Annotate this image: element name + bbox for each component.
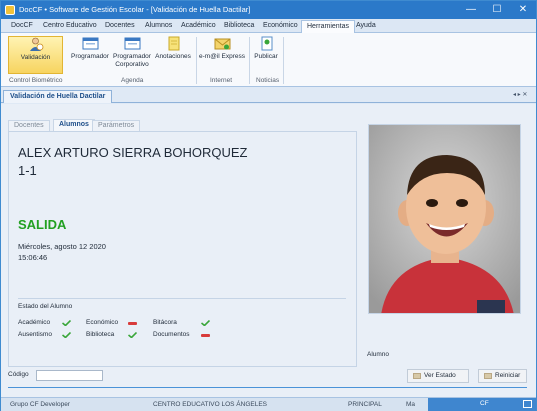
calendar-window-icon bbox=[124, 37, 140, 50]
ver-estado-button[interactable]: Ver Estado bbox=[407, 369, 469, 383]
student-photo bbox=[368, 124, 521, 314]
subtab-docentes[interactable]: Docentes bbox=[8, 120, 50, 131]
status-centro: CENTRO EDUCATIVO LOS ÁNGELES bbox=[153, 401, 268, 408]
calendar-window-icon bbox=[82, 37, 98, 50]
programador-corporativo-button[interactable]: Programador Corporativo bbox=[112, 36, 152, 74]
notes-icon bbox=[168, 36, 179, 51]
codigo-label: Código bbox=[8, 371, 29, 378]
menu-tab-alumnos[interactable]: Alumnos bbox=[140, 20, 177, 33]
document-tab-strip: Validación de Huella Dactilar ◂ ▸ ✕ bbox=[1, 88, 536, 103]
status-label-bitacora: Bitácora bbox=[153, 319, 177, 326]
menu-tab-centro-educativo[interactable]: Centro Educativo bbox=[38, 20, 102, 33]
email-express-label: e-m@il Express bbox=[199, 53, 245, 60]
ver-estado-icon bbox=[413, 373, 421, 379]
programador-button[interactable]: Programador bbox=[70, 36, 110, 74]
footer-divider bbox=[8, 387, 527, 388]
attendance-status: SALIDA bbox=[18, 217, 67, 232]
email-icon bbox=[214, 38, 230, 50]
reiniciar-label: Reiniciar bbox=[495, 372, 521, 379]
divider bbox=[18, 298, 346, 299]
publicar-button[interactable]: Publicar bbox=[252, 36, 280, 74]
ver-estado-label: Ver Estado bbox=[424, 372, 456, 379]
app-window: DocCF • Software de Gestión Escolar - [V… bbox=[0, 0, 537, 411]
validation-time: 15:06:46 bbox=[18, 253, 48, 262]
reiniciar-icon bbox=[484, 373, 492, 379]
status-label-ausentismo: Ausentismo bbox=[18, 331, 52, 338]
photo-label: Alumno bbox=[367, 351, 390, 358]
reiniciar-button[interactable]: Reiniciar bbox=[478, 369, 527, 383]
anotaciones-label: Anotaciones bbox=[155, 53, 191, 60]
group-label-internet: Internet bbox=[210, 77, 233, 84]
fingerprint-user-icon bbox=[30, 37, 44, 51]
fail-dash-icon bbox=[128, 322, 137, 325]
publish-icon bbox=[261, 36, 272, 51]
menu-tab-economico[interactable]: Económico bbox=[258, 20, 303, 33]
group-label-agenda: Agenda bbox=[121, 77, 144, 84]
programador-corporativo-label-1: Programador bbox=[113, 53, 151, 60]
ribbon: Validación Programador Programador Corpo… bbox=[1, 33, 536, 87]
estado-alumno-title: Estado del Alumno bbox=[18, 303, 73, 310]
menu-tab-herramientas[interactable]: Herramientas bbox=[301, 20, 356, 33]
status-label-biblioteca: Biblioteca bbox=[86, 331, 115, 338]
status-label-economico: Económico bbox=[86, 319, 119, 326]
menu-tab-doccf[interactable]: DocCF bbox=[6, 20, 38, 33]
menu-tab-ayuda[interactable]: Ayuda bbox=[351, 20, 381, 33]
status-label-documentos: Documentos bbox=[153, 331, 190, 338]
menu-bar: DocCF Centro Educativo Docentes Alumnos … bbox=[1, 19, 536, 33]
main-content: Docentes Alumnos Parámetros ALEX ARTURO … bbox=[1, 104, 536, 398]
close-button[interactable]: ✕ bbox=[510, 1, 536, 19]
email-express-button[interactable]: e-m@il Express bbox=[198, 36, 246, 74]
group-label-control-biometrico: Control Biométrico bbox=[9, 77, 63, 84]
status-cf-label: CF bbox=[480, 400, 489, 407]
status-jornada: Ma bbox=[406, 401, 416, 408]
app-logo-icon bbox=[5, 5, 15, 15]
student-portrait-image bbox=[369, 125, 520, 313]
student-name: ALEX ARTURO SIERRA BOHORQUEZ bbox=[18, 145, 248, 160]
check-icon bbox=[128, 332, 137, 338]
subtab-parametros[interactable]: Parámetros bbox=[92, 120, 141, 131]
validacion-label: Validación bbox=[20, 54, 51, 61]
document-tab-validacion[interactable]: Validación de Huella Dactilar bbox=[3, 90, 113, 103]
validation-date: Miércoles, agosto 12 2020 bbox=[18, 242, 106, 251]
check-icon bbox=[62, 332, 71, 338]
validacion-button[interactable]: Validación bbox=[8, 36, 63, 74]
calendar-icon[interactable] bbox=[523, 400, 532, 408]
minimize-button[interactable]: — bbox=[458, 1, 484, 19]
tab-navigation-controls[interactable]: ◂ ▸ ✕ bbox=[513, 91, 527, 98]
group-label-noticias: Noticias bbox=[256, 77, 280, 84]
menu-tab-academico[interactable]: Académico bbox=[176, 20, 221, 33]
ribbon-separator bbox=[283, 37, 284, 84]
student-panel: ALEX ARTURO SIERRA BOHORQUEZ 1-1 SALIDA … bbox=[8, 131, 357, 367]
status-label-academico: Académico bbox=[18, 319, 51, 326]
menu-tab-docentes[interactable]: Docentes bbox=[100, 20, 140, 33]
publicar-label: Publicar bbox=[254, 53, 278, 60]
fail-dash-icon bbox=[201, 334, 210, 337]
window-title: DocCF • Software de Gestión Escolar - [V… bbox=[19, 5, 251, 14]
status-bar: Grupo CF Developer CENTRO EDUCATIVO LOS … bbox=[1, 397, 536, 411]
maximize-button[interactable]: ☐ bbox=[484, 1, 510, 19]
status-cf: CF bbox=[428, 398, 536, 411]
student-grade: 1-1 bbox=[18, 163, 37, 178]
status-developer: Grupo CF Developer bbox=[10, 401, 70, 408]
check-icon bbox=[201, 320, 210, 326]
title-bar: DocCF • Software de Gestión Escolar - [V… bbox=[1, 1, 536, 19]
ribbon-separator bbox=[249, 37, 250, 84]
menu-tab-biblioteca[interactable]: Biblioteca bbox=[219, 20, 259, 33]
subtab-alumnos[interactable]: Alumnos bbox=[53, 119, 95, 131]
check-icon bbox=[62, 320, 71, 326]
programador-corporativo-label-2: Corporativo bbox=[115, 60, 149, 68]
anotaciones-button[interactable]: Anotaciones bbox=[154, 36, 192, 74]
programador-label: Programador bbox=[71, 53, 109, 60]
codigo-input[interactable] bbox=[36, 370, 103, 381]
ribbon-separator bbox=[196, 37, 197, 84]
status-sede: PRINCIPAL bbox=[348, 401, 382, 408]
